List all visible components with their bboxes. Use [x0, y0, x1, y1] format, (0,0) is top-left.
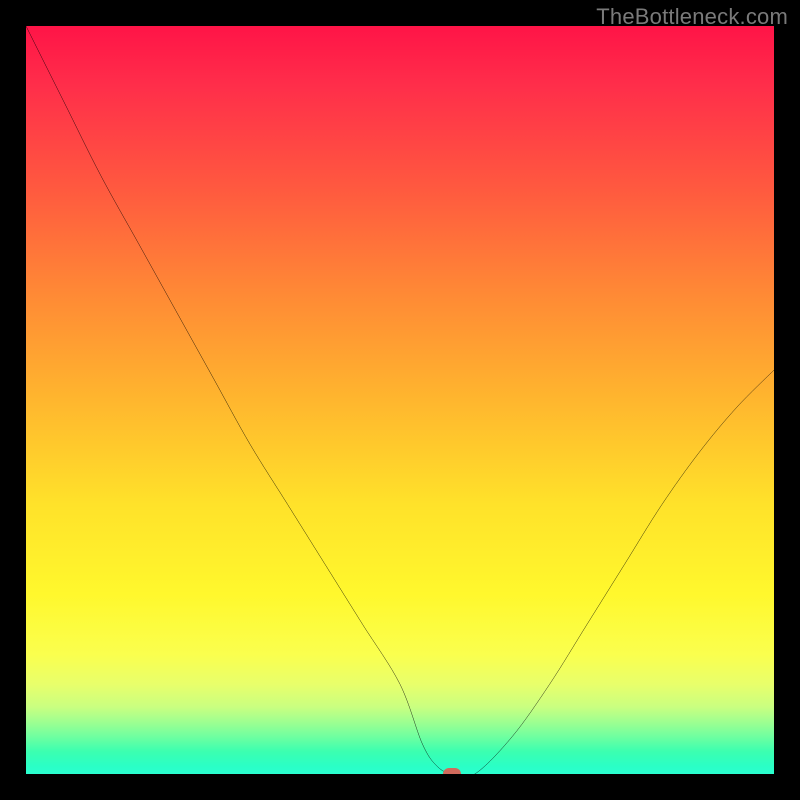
- watermark-text: TheBottleneck.com: [596, 4, 788, 30]
- chart-frame: TheBottleneck.com: [0, 0, 800, 800]
- bottleneck-curve: [26, 26, 774, 774]
- plot-area: [26, 26, 774, 774]
- min-marker: [443, 768, 461, 774]
